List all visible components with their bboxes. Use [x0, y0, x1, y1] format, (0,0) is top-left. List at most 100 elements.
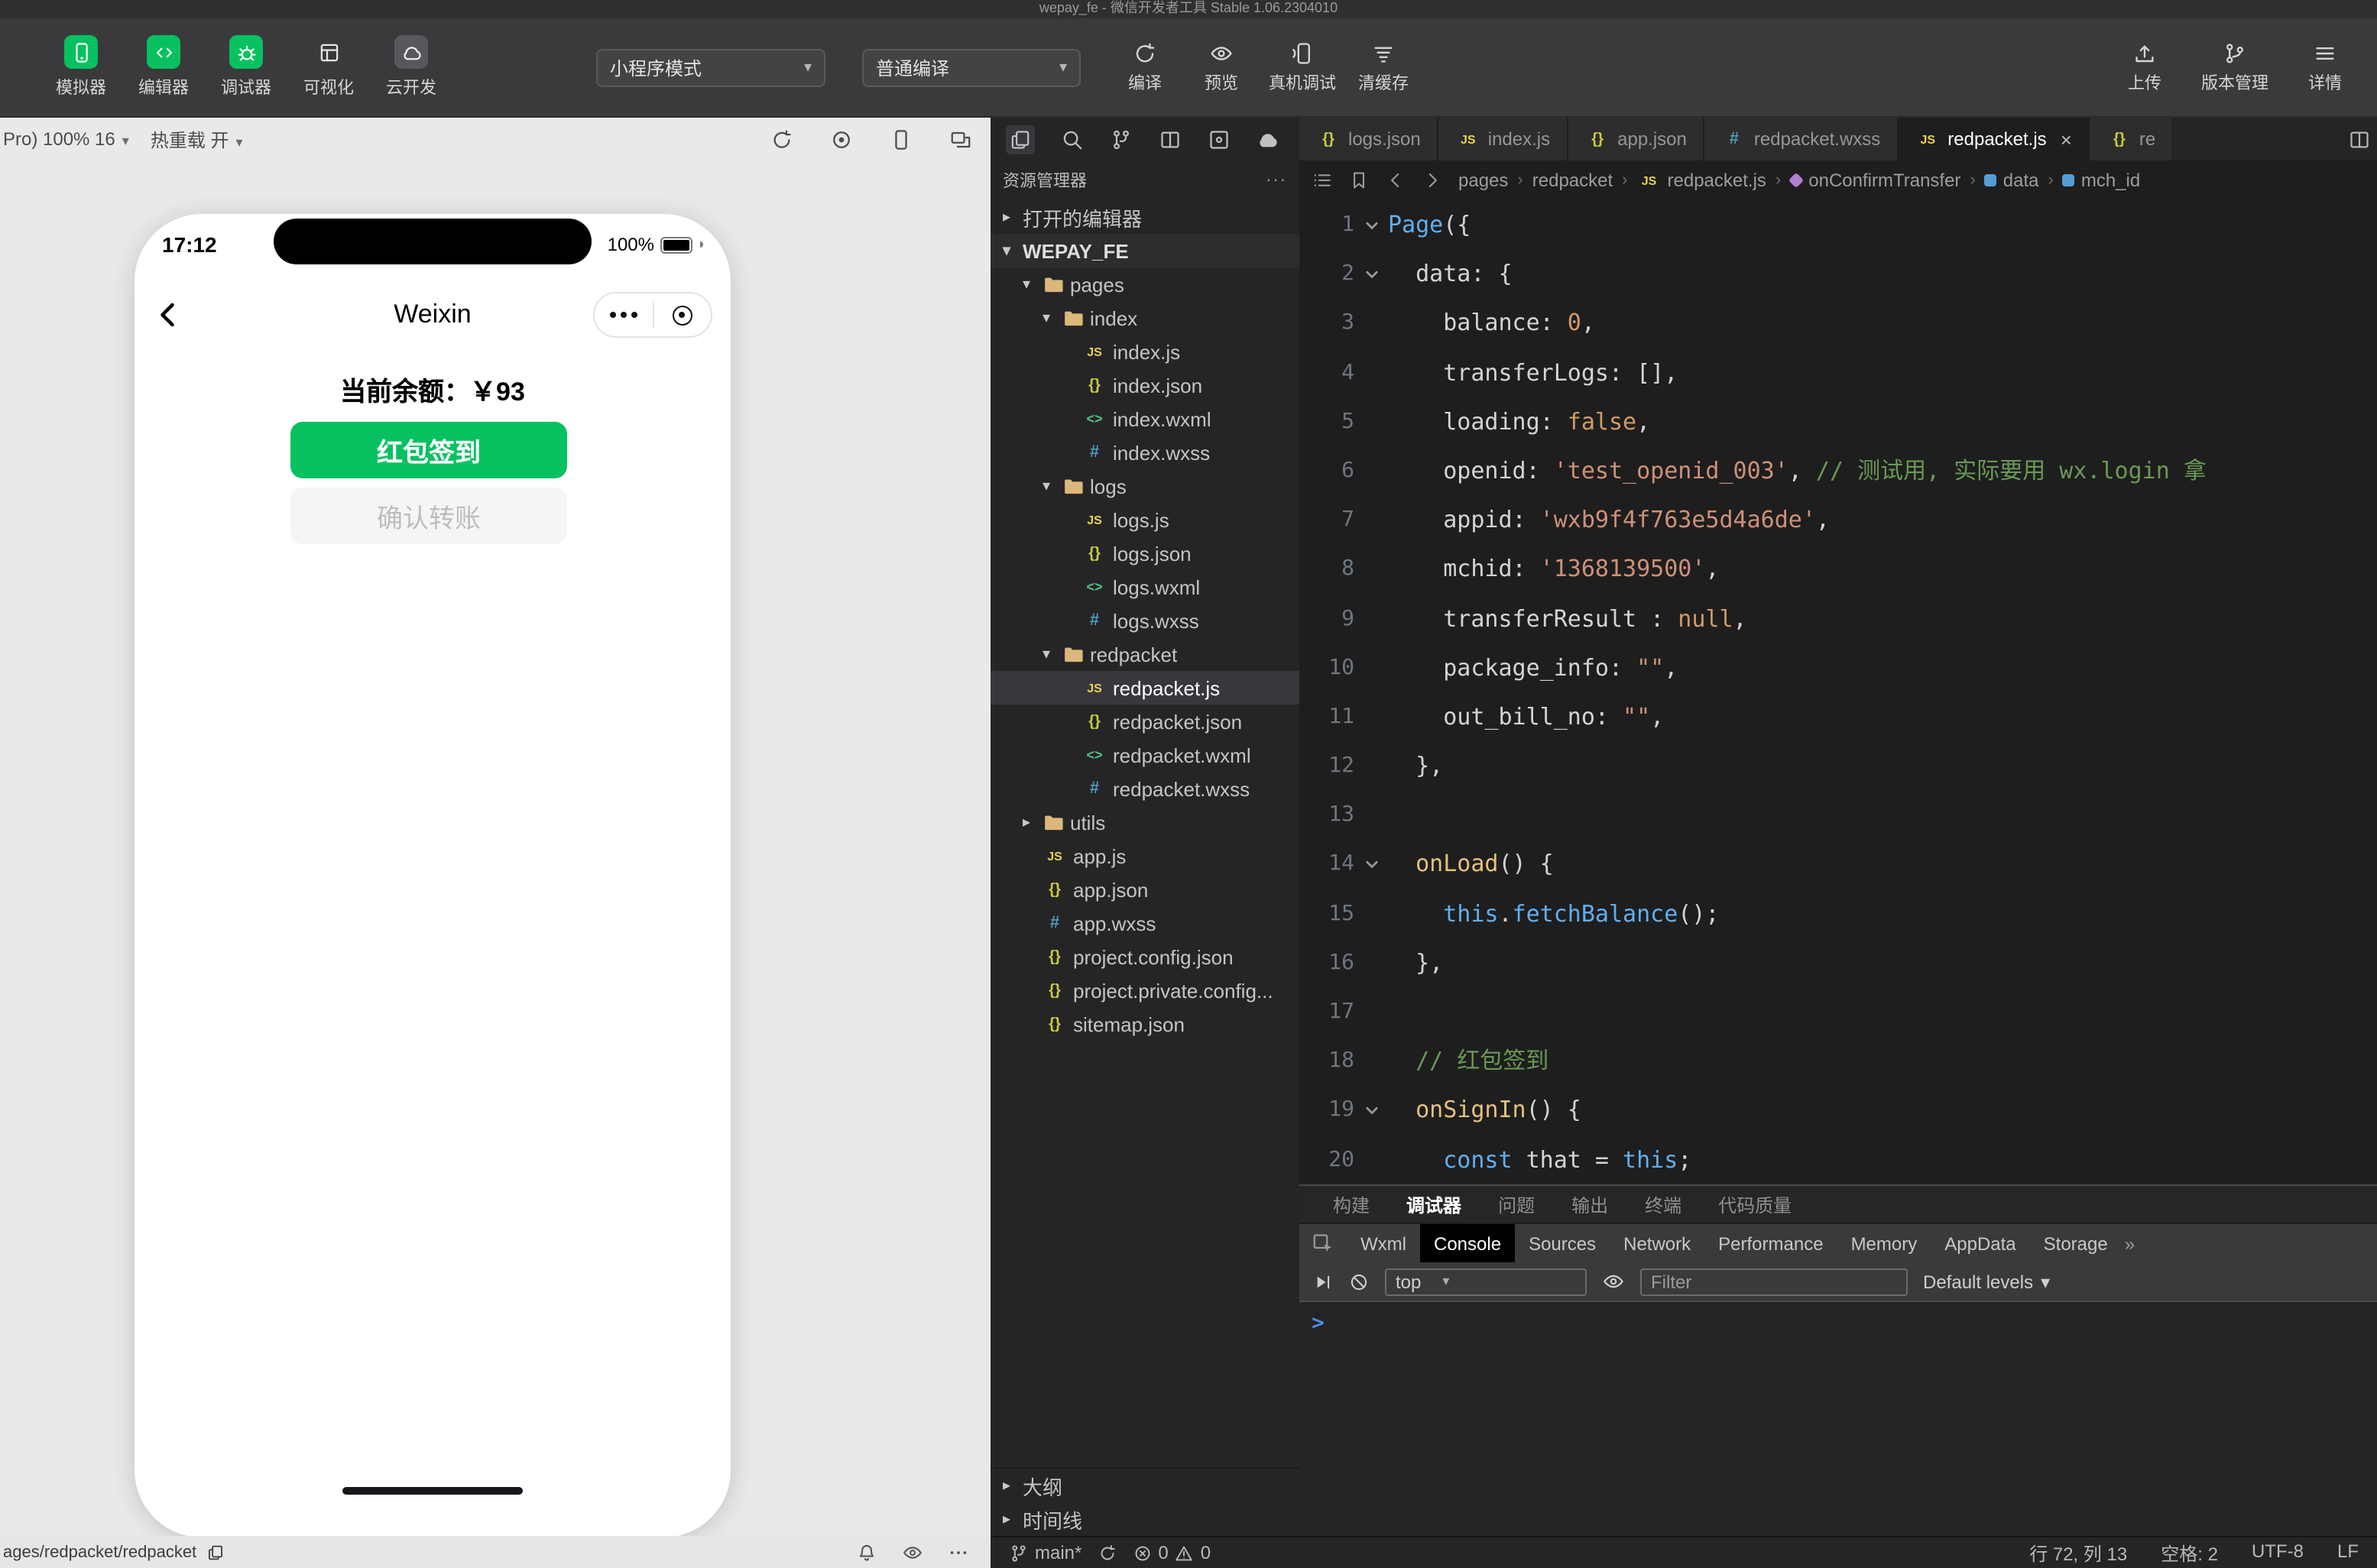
eol[interactable]: LF	[2337, 1540, 2359, 1566]
split-icon[interactable]	[1159, 128, 1182, 151]
hot-reload-select[interactable]: 热重载 开 ▾	[151, 126, 243, 152]
editor-tab-logs.json[interactable]: {} logs.json	[1299, 118, 1439, 160]
list-icon[interactable]	[1312, 170, 1333, 191]
editor-tab-app.json[interactable]: {} app.json	[1568, 118, 1705, 160]
tree-item-index[interactable]: ▾ index	[991, 301, 1299, 335]
restart-icon[interactable]	[770, 128, 793, 151]
more-menu-icon[interactable]	[595, 312, 652, 318]
fold-chevron-icon[interactable]	[1354, 249, 1388, 298]
tree-item-sitemap.json[interactable]: {} sitemap.json	[991, 1007, 1299, 1041]
devtools-tab-AppData[interactable]: AppData	[1931, 1224, 2029, 1262]
tree-item-logs[interactable]: ▾ logs	[991, 469, 1299, 503]
console-sidebar-icon[interactable]	[1312, 1271, 1333, 1292]
live-expression-icon[interactable]	[1602, 1270, 1625, 1293]
breadcrumb-item[interactable]: redpacket	[1532, 170, 1613, 191]
tree-item-logs.js[interactable]: JS logs.js	[991, 503, 1299, 536]
tree-item-redpacket.wxss[interactable]: # redpacket.wxss	[991, 772, 1299, 805]
compile-select[interactable]: 普通编译 ▾	[862, 48, 1081, 86]
editor-tab-re[interactable]: {} re	[2090, 118, 2174, 160]
phone-icon[interactable]	[890, 128, 913, 151]
console-output[interactable]: >	[1299, 1302, 2377, 1536]
more-actions-icon[interactable]: ···	[1266, 171, 1287, 190]
toolbar-version-button[interactable]: 版本管理	[2197, 40, 2273, 94]
tree-item-pages[interactable]: ▾ pages	[991, 267, 1299, 301]
cloud-filled-icon[interactable]	[1257, 128, 1279, 151]
search-icon[interactable]	[1061, 128, 1084, 151]
copy-path-icon[interactable]	[206, 1543, 224, 1561]
panel-tab-终端[interactable]: 终端	[1645, 1191, 1681, 1217]
encoding[interactable]: UTF-8	[2252, 1540, 2304, 1566]
fold-chevron-icon[interactable]	[1354, 1086, 1388, 1135]
panel-tab-代码质量[interactable]: 代码质量	[1718, 1191, 1792, 1217]
breadcrumb-item[interactable]: data	[1984, 170, 2039, 191]
devtools-tab-Sources[interactable]: Sources	[1515, 1224, 1610, 1262]
toolbar-simulator-button[interactable]: 模拟器	[46, 35, 116, 99]
exit-target-icon[interactable]	[653, 305, 711, 325]
toolbar-cloud-dev-button[interactable]: 云开发	[376, 35, 446, 99]
tree-item-index.wxml[interactable]: <> index.wxml	[991, 402, 1299, 436]
toolbar-clear-cache-button[interactable]: 清缓存	[1350, 40, 1417, 94]
devtools-tab-Memory[interactable]: Memory	[1837, 1224, 1931, 1262]
breadcrumb-item[interactable]: mch_id	[2062, 170, 2140, 191]
devtools-tab-Performance[interactable]: Performance	[1704, 1224, 1837, 1262]
tabs-overflow-icon[interactable]: »	[2125, 1233, 2135, 1254]
tree-item-app.js[interactable]: JS app.js	[991, 839, 1299, 873]
mode-select[interactable]: 小程序模式 ▾	[596, 48, 825, 86]
eye-icon[interactable]	[902, 1541, 923, 1563]
project-root[interactable]: ▾ WEPAY_FE	[991, 234, 1299, 267]
editor-tab-index.js[interactable]: JS index.js	[1438, 118, 1569, 160]
toolbar-upload-button[interactable]: 上传	[2111, 40, 2178, 94]
tree-item-logs.wxml[interactable]: <> logs.wxml	[991, 570, 1299, 604]
tree-item-app.wxss[interactable]: # app.wxss	[991, 906, 1299, 940]
fold-chevron-icon[interactable]	[1354, 840, 1388, 889]
tree-item-index.js[interactable]: JS index.js	[991, 335, 1299, 368]
console-filter-input[interactable]: Filter	[1640, 1268, 1908, 1295]
device-zoom-select[interactable]: Pro) 100% 16 ▾	[3, 128, 129, 150]
console-context-select[interactable]: top ▾	[1385, 1268, 1587, 1295]
devtools-tab-Network[interactable]: Network	[1610, 1224, 1704, 1262]
tree-item-redpacket.json[interactable]: {} redpacket.json	[991, 705, 1299, 738]
panel-tab-输出[interactable]: 输出	[1571, 1191, 1608, 1217]
bell-icon[interactable]	[856, 1541, 877, 1563]
close-tab-icon[interactable]: ×	[2061, 128, 2072, 151]
toolbar-compile-button[interactable]: 编译	[1111, 40, 1179, 94]
tree-item-project.private.config...[interactable]: {} project.private.config...	[991, 974, 1299, 1007]
editor-tab-redpacket.wxss[interactable]: # redpacket.wxss	[1704, 118, 1899, 160]
log-levels-select[interactable]: Default levels ▾	[1923, 1271, 2050, 1292]
git-branch[interactable]: main*	[1009, 1542, 1081, 1563]
indent-setting[interactable]: 空格: 2	[2161, 1540, 2218, 1566]
breadcrumb-item[interactable]: onConfirmTransfer	[1788, 170, 1960, 191]
breadcrumb-item[interactable]: JS redpacket.js	[1637, 169, 1766, 192]
tree-item-redpacket.js[interactable]: JS redpacket.js	[991, 671, 1299, 705]
toolbar-visual-button[interactable]: 可视化	[293, 35, 364, 99]
tree-item-utils[interactable]: ▸ utils	[991, 805, 1299, 839]
problems-indicator[interactable]: 0 0	[1132, 1542, 1211, 1563]
devtools-tab-Console[interactable]: Console	[1420, 1224, 1516, 1262]
split-icon[interactable]	[2348, 128, 2371, 151]
panel-tab-调试器[interactable]: 调试器	[1406, 1191, 1461, 1217]
cursor-position[interactable]: 行 72, 列 13	[2029, 1540, 2127, 1566]
editor-tab-redpacket.js[interactable]: JS redpacket.js ×	[1899, 118, 2090, 160]
tree-item-index.wxss[interactable]: # index.wxss	[991, 436, 1299, 469]
toolbar-device-debug-button[interactable]: 真机调试	[1264, 40, 1341, 94]
breadcrumb-item[interactable]: pages	[1458, 170, 1508, 191]
tree-item-index.json[interactable]: {} index.json	[991, 368, 1299, 402]
arrow-right-icon[interactable]	[1422, 170, 1443, 191]
screens-icon[interactable]	[949, 128, 972, 151]
toolbar-details-button[interactable]: 详情	[2291, 40, 2359, 94]
signin-button[interactable]: 红包签到	[290, 422, 567, 478]
tree-item-app.json[interactable]: {} app.json	[991, 873, 1299, 906]
files-icon[interactable]	[1006, 125, 1035, 154]
arrow-left-icon[interactable]	[1385, 170, 1406, 191]
sync-icon[interactable]	[1097, 1543, 1117, 1563]
timeline-section[interactable]: ▸ 时间线	[991, 1502, 1299, 1536]
devtools-tab-Storage[interactable]: Storage	[2030, 1224, 2122, 1262]
tree-item-redpacket[interactable]: ▾ redpacket	[991, 637, 1299, 671]
inspect-element-icon[interactable]	[1299, 1232, 1347, 1255]
clear-console-icon[interactable]	[1348, 1271, 1370, 1292]
outline-section[interactable]: ▸ 大纲	[991, 1469, 1299, 1502]
tree-item-logs.wxss[interactable]: # logs.wxss	[991, 604, 1299, 637]
tree-item-redpacket.wxml[interactable]: <> redpacket.wxml	[991, 738, 1299, 772]
toolbar-inspector-button[interactable]: 调试器	[211, 35, 281, 99]
bookmark-icon[interactable]	[1348, 170, 1370, 191]
